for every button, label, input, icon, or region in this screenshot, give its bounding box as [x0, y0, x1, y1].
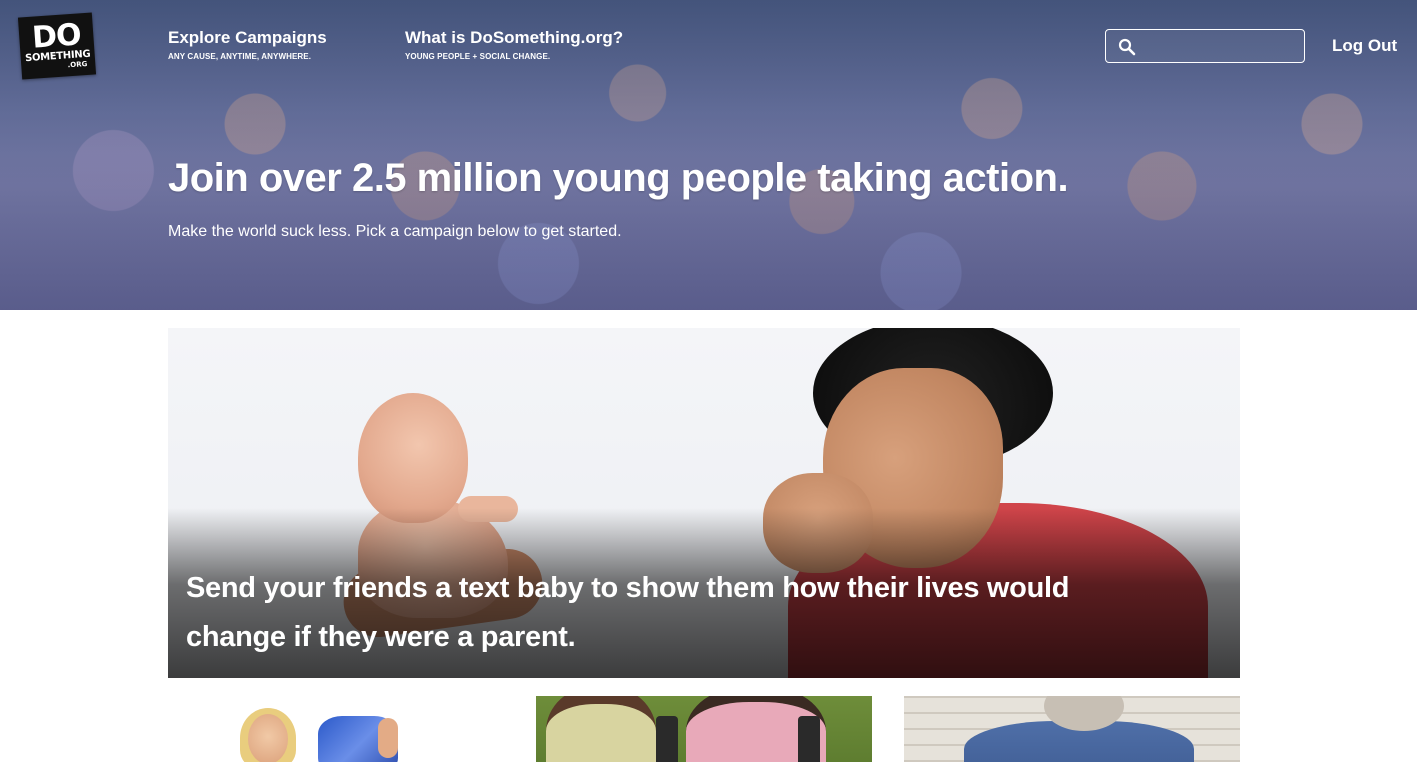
featured-campaign-caption[interactable]: Send your friends a text baby to show th… [186, 564, 1176, 662]
hero-headline: Join over 2.5 million young people takin… [168, 156, 1069, 200]
nav-what-subtitle: YOUNG PEOPLE + SOCIAL CHANGE. [405, 52, 551, 61]
nav-explore-title: Explore Campaigns [168, 28, 327, 47]
backpack-strap-image [798, 716, 820, 762]
campaign-card-3[interactable] [904, 696, 1240, 762]
featured-campaign-card[interactable]: Send your friends a text baby to show th… [168, 328, 1240, 678]
search-icon[interactable] [1118, 38, 1136, 56]
nav-explore-campaigns[interactable]: Explore Campaigns ANY CAUSE, ANYTIME, AN… [168, 28, 327, 61]
woman-arm-image [378, 718, 398, 758]
search-box[interactable] [1105, 29, 1305, 63]
search-input[interactable] [1140, 30, 1300, 62]
campaign-card-2[interactable] [536, 696, 872, 762]
baby-head-image [358, 393, 468, 523]
campaign-card-1[interactable] [168, 696, 504, 762]
logout-link[interactable]: Log Out [1332, 36, 1397, 56]
hero-subheadline: Make the world suck less. Pick a campaig… [168, 223, 622, 240]
backpack-strap-image [656, 716, 678, 762]
logo-line-3: .ORG [67, 59, 88, 69]
kid-left-image [546, 696, 656, 762]
nav-what-is-dosomething[interactable]: What is DoSomething.org? YOUNG PEOPLE + … [405, 28, 623, 61]
dosomething-logo[interactable]: DO SOMETHING .ORG [17, 12, 97, 80]
logo-line-1: DO [30, 16, 82, 56]
hero-banner: DO SOMETHING .ORG Explore Campaigns ANY … [0, 0, 1417, 310]
woman-face-image [248, 714, 288, 762]
nav-what-title: What is DoSomething.org? [405, 28, 624, 47]
nav-explore-subtitle: ANY CAUSE, ANYTIME, ANYWHERE. [168, 52, 312, 61]
